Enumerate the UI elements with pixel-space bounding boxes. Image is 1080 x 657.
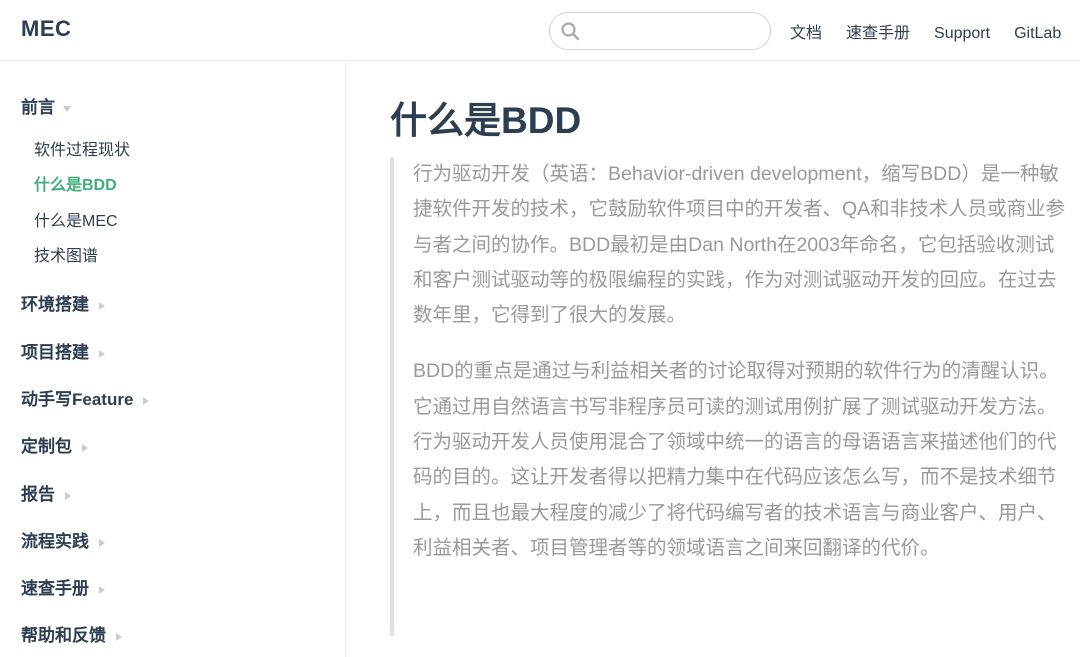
sidebar-group-label: 项目搭建 xyxy=(21,343,89,362)
sidebar-group-project-setup[interactable]: 项目搭建 xyxy=(21,338,105,363)
nav-link-cheatsheet[interactable]: 速查手册 xyxy=(846,25,910,42)
sidebar-group-label: 报告 xyxy=(21,485,55,504)
sidebar-item-tech-map[interactable]: 技术图谱 xyxy=(34,242,98,266)
sidebar-group-label: 速查手册 xyxy=(21,579,89,598)
main-content: 什么是BDD 行为驱动开发（英语：Behavior-driven develop… xyxy=(347,61,1080,657)
sidebar-group-help-feedback[interactable]: 帮助和反馈 xyxy=(21,621,122,646)
sidebar-group-label: 环境搭建 xyxy=(21,295,89,314)
chevron-down-icon xyxy=(63,105,71,112)
search-box[interactable] xyxy=(549,12,771,50)
sidebar-item-what-is-bdd[interactable]: 什么是BDD xyxy=(34,171,117,195)
sidebar-group-preface[interactable]: 前言 xyxy=(21,93,71,118)
sidebar-group-label: 帮助和反馈 xyxy=(21,626,106,645)
sidebar: 前言 软件过程现状 什么是BDD 什么是MEC 技术图谱 环境搭建 项目搭建 动… xyxy=(0,61,346,657)
chevron-right-icon xyxy=(99,538,105,547)
site-logo[interactable]: MEC xyxy=(21,16,71,42)
sidebar-item-software-process[interactable]: 软件过程现状 xyxy=(34,136,130,160)
page-title: 什么是BDD xyxy=(390,100,582,141)
navbar: MEC 文档 速查手册 Support GitLab xyxy=(0,0,1080,61)
nav-link-support[interactable]: Support xyxy=(934,25,990,42)
sidebar-group-report[interactable]: 报告 xyxy=(21,480,71,505)
search-input[interactable] xyxy=(586,17,766,47)
sidebar-group-custom-package[interactable]: 定制包 xyxy=(21,432,88,457)
chevron-right-icon xyxy=(99,349,105,358)
sidebar-group-label: 动手写Feature xyxy=(21,390,134,409)
paragraph: 行为驱动开发（英语：Behavior-driven development，缩写… xyxy=(413,163,1066,327)
sidebar-group-cheatsheet[interactable]: 速查手册 xyxy=(21,574,105,599)
chevron-right-icon xyxy=(143,396,150,405)
nav-link-gitlab[interactable]: GitLab xyxy=(1014,25,1061,42)
sidebar-group-label: 前言 xyxy=(21,98,55,117)
sidebar-group-label: 流程实践 xyxy=(21,532,89,551)
sidebar-group-process-practice[interactable]: 流程实践 xyxy=(21,527,105,552)
chevron-right-icon xyxy=(116,632,122,641)
paragraph: BDD的重点是通过与利益相关者的讨论取得对预期的软件行为的清醒认识。它通过用自然… xyxy=(413,360,1059,559)
blockquote: 行为驱动开发（英语：Behavior-driven development，缩写… xyxy=(390,157,1070,636)
sidebar-item-what-is-mec[interactable]: 什么是MEC xyxy=(34,207,118,231)
chevron-right-icon xyxy=(99,301,105,310)
sidebar-group-label: 定制包 xyxy=(21,437,72,456)
chevron-right-icon xyxy=(99,585,105,594)
chevron-right-icon xyxy=(65,491,71,500)
sidebar-group-environment[interactable]: 环境搭建 xyxy=(21,290,105,315)
chevron-right-icon xyxy=(82,443,88,452)
nav-links: 文档 速查手册 Support GitLab xyxy=(790,19,1080,43)
sidebar-group-write-feature[interactable]: 动手写Feature xyxy=(21,385,150,410)
search-icon xyxy=(561,22,580,41)
nav-link-docs[interactable]: 文档 xyxy=(790,25,822,42)
